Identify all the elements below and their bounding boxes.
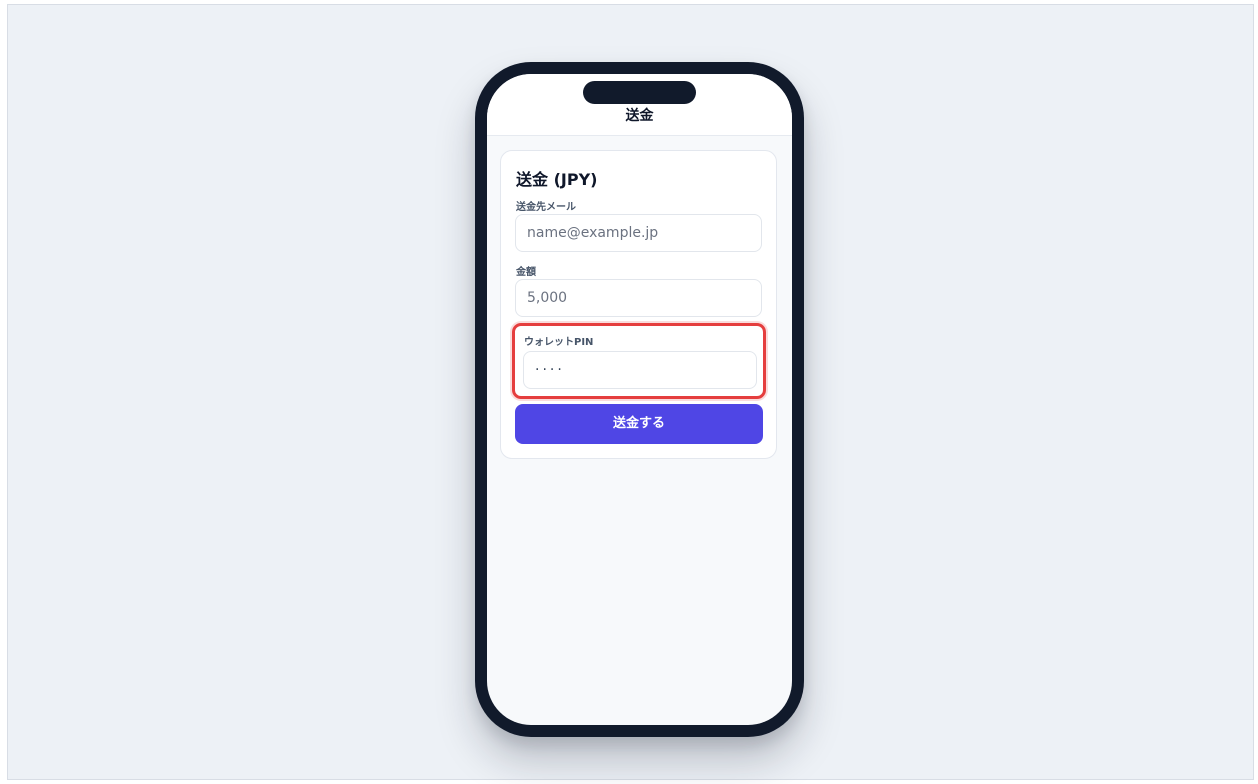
send-button[interactable]: 送金する (515, 404, 763, 444)
card-title: 送金 (JPY) (516, 170, 598, 189)
page-title: 送金 (625, 108, 654, 124)
phone-screen: 送金 送金 (JPY) 送金先メール name@example.jp 金額 5,… (487, 74, 792, 725)
wallet-pin-input[interactable]: ···· (523, 351, 757, 389)
phone-frame: 送金 送金 (JPY) 送金先メール name@example.jp 金額 5,… (475, 62, 804, 737)
amount-value: 5,000 (527, 290, 568, 306)
dynamic-island (583, 81, 696, 104)
canvas-background: 送金 送金 (JPY) 送金先メール name@example.jp 金額 5,… (7, 4, 1254, 780)
wallet-pin-highlight: ウォレットPIN ···· (512, 323, 766, 399)
recipient-email-placeholder: name@example.jp (527, 225, 659, 241)
recipient-email-input[interactable]: name@example.jp (515, 214, 762, 252)
wallet-pin-value: ···· (535, 362, 565, 378)
wallet-pin-label: ウォレットPIN (524, 337, 594, 348)
amount-input[interactable]: 5,000 (515, 279, 762, 317)
transfer-card: 送金 (JPY) 送金先メール name@example.jp 金額 5,000… (500, 150, 777, 459)
amount-label: 金額 (516, 267, 536, 278)
recipient-email-label: 送金先メール (516, 202, 576, 213)
